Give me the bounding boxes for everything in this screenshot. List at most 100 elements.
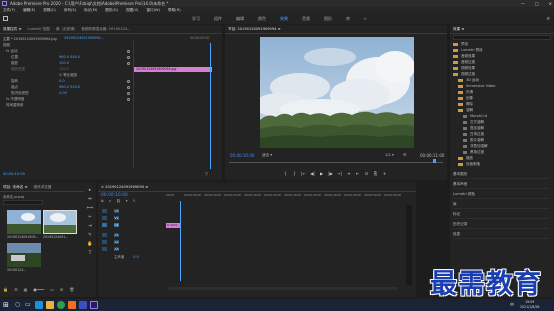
comparison-view-button[interactable]: ⎘ (373, 171, 378, 176)
trash-icon[interactable]: 🗑 (69, 287, 74, 292)
mark-out-button[interactable]: } (292, 171, 297, 176)
lock-icon[interactable]: 🔒 (3, 287, 8, 292)
start-icon[interactable]: ⊞ (3, 301, 9, 309)
ws-tab-assembly[interactable]: 组件 (214, 13, 222, 24)
ws-tab-graphics[interactable]: 图形 (324, 13, 332, 24)
premiere-taskbar-icon[interactable] (90, 301, 98, 309)
ws-tab-audio[interactable]: 音频 (302, 13, 310, 24)
tab-lumetri-scopes[interactable]: Lumetri 范围 (28, 25, 50, 33)
track-header-a2[interactable]: A2 (98, 239, 164, 245)
ws-tab-color[interactable]: 颜色 (258, 13, 266, 24)
reset-icon[interactable] (127, 50, 130, 53)
app-icon[interactable] (79, 301, 87, 309)
track-header-v1[interactable]: V1 (98, 222, 164, 228)
clock[interactable]: 19:09 2021/1/6/26 (520, 300, 539, 309)
track-target[interactable] (102, 216, 107, 220)
program-video-frame[interactable] (260, 37, 414, 148)
clip-label[interactable]: 20190124091909094... (64, 36, 104, 40)
minimize-button[interactable]: — (521, 0, 525, 7)
section-essential-sound[interactable]: 基本声音 (453, 179, 549, 189)
ec-row-opacity[interactable]: fx 不透明度 (3, 97, 24, 102)
zoom-slider[interactable]: ●━━━ (33, 287, 44, 292)
track-target[interactable] (102, 223, 107, 227)
master-track[interactable]: 主声道 0.0 (114, 254, 139, 259)
close-button[interactable]: ✕ (549, 0, 552, 7)
effects-search-input[interactable] (453, 35, 551, 40)
clip-thumbnail[interactable] (7, 210, 41, 234)
ws-tab-learn[interactable]: 学习 (192, 13, 200, 24)
step-forward-button[interactable]: |▶ (328, 171, 333, 176)
edge-icon[interactable] (35, 301, 43, 309)
fit-dropdown[interactable]: 适合 ▾ (262, 153, 272, 158)
track-header-v2[interactable]: V2 (98, 215, 164, 221)
search-icon[interactable]: ○ (15, 301, 20, 309)
ec-row-anchor[interactable]: 锚点 960.0 540.0 (3, 85, 80, 90)
ws-tab-libraries[interactable]: 库 (346, 13, 350, 24)
ec-row-anti-flicker[interactable]: 防闪烁滤镜 0.00 (3, 91, 67, 96)
ws-tab-editing[interactable]: 编辑 (236, 13, 244, 24)
section-info[interactable]: 信息 (453, 229, 549, 239)
slip-tool-icon[interactable]: ⇥ (87, 223, 93, 229)
reset-icon[interactable] (127, 62, 130, 65)
ec-row-video[interactable]: 视频 (3, 43, 10, 48)
nest-icon[interactable]: ⧉ (101, 199, 104, 203)
ws-tab-effects[interactable]: 效果 (280, 13, 288, 24)
tab-media-browser[interactable]: 媒体浏览器 (33, 183, 51, 191)
ec-playhead[interactable] (210, 43, 211, 169)
section-markers[interactable]: 标记 (453, 209, 549, 219)
ec-row-position[interactable]: 位置 960.0 540.0 (3, 55, 80, 60)
source-label[interactable]: 主要 * 20190124091909094.jpg (3, 36, 57, 41)
tab-project[interactable]: 项目: 未命名 ≡ (3, 183, 27, 191)
track-header-a1[interactable]: A1 (98, 232, 164, 238)
go-to-out-button[interactable]: →| (337, 171, 342, 176)
ec-row-scale-width[interactable]: 缩放宽度 100.0 (3, 67, 69, 72)
track-select-tool-icon[interactable]: ⇹ (87, 196, 93, 202)
list-view-icon[interactable]: ☰ (14, 287, 18, 292)
go-to-in-button[interactable]: |← (301, 171, 306, 176)
new-bin-icon[interactable]: ▭ (50, 287, 54, 292)
reset-icon[interactable] (127, 98, 130, 101)
section-essential-graphics[interactable]: 基本图形 (453, 169, 549, 179)
type-tool-icon[interactable]: T (87, 250, 93, 256)
timeline-settings-icon[interactable]: ✎ (133, 199, 136, 203)
extract-button[interactable]: ⇤ (355, 171, 360, 176)
program-playhead[interactable] (433, 159, 436, 163)
clip-thumbnail[interactable] (7, 243, 41, 267)
tab-effects[interactable]: 效果 ≡ (453, 25, 464, 33)
ws-more-button[interactable]: » (364, 13, 366, 24)
snap-icon[interactable]: ∩ (109, 199, 112, 203)
resolution-dropdown[interactable]: 1/2 ▾ (385, 153, 394, 157)
input-language[interactable]: 中 (510, 301, 514, 309)
reset-icon[interactable] (127, 92, 130, 95)
ec-row-uniform-scale[interactable]: ☑ 等比缩放 (3, 73, 77, 78)
icon-view-icon[interactable]: ▦ (24, 287, 28, 292)
timeline-clip[interactable]: fx 2019... (166, 223, 180, 228)
lift-button[interactable]: ⇥ (346, 171, 351, 176)
effects-item[interactable]: 页面剥落 (453, 161, 480, 167)
program-scrub-bar[interactable] (229, 161, 443, 163)
mark-in-button[interactable]: { (283, 171, 288, 176)
reset-icon[interactable] (127, 56, 130, 59)
reset-icon[interactable] (127, 86, 130, 89)
chrome-icon[interactable] (57, 301, 65, 309)
search-icon[interactable]: ⌕ (547, 15, 550, 22)
track-target[interactable] (102, 247, 107, 251)
ripple-edit-tool-icon[interactable]: ⟺ (87, 205, 93, 211)
track-header-v3[interactable]: V3 (98, 208, 164, 214)
new-item-icon[interactable]: ⊞ (60, 287, 63, 292)
hand-tool-icon[interactable]: ✋ (87, 241, 93, 247)
track-header-a3[interactable]: A3 (98, 246, 164, 252)
program-timecode[interactable]: 00:00:10:00 (230, 153, 254, 158)
ec-row-rotation[interactable]: 旋转 0.0 (3, 79, 65, 84)
tab-effect-controls[interactable]: 效果控件 ≡ (3, 25, 22, 33)
section-history[interactable]: 历史记录 (453, 219, 549, 229)
project-search-input[interactable] (3, 200, 43, 205)
task-view-icon[interactable]: ▭ (25, 301, 31, 309)
ec-clip-bar[interactable]: 20190124091909094.jpg (134, 67, 212, 72)
ec-footer-timecode[interactable]: 00:00:10:00 (3, 172, 25, 176)
track-target[interactable] (102, 209, 107, 213)
timeline-scrollbar[interactable] (168, 287, 398, 290)
play-button[interactable]: ▶ (319, 171, 324, 176)
button-editor-button[interactable]: + (382, 171, 387, 176)
timeline-playhead[interactable] (180, 201, 181, 281)
